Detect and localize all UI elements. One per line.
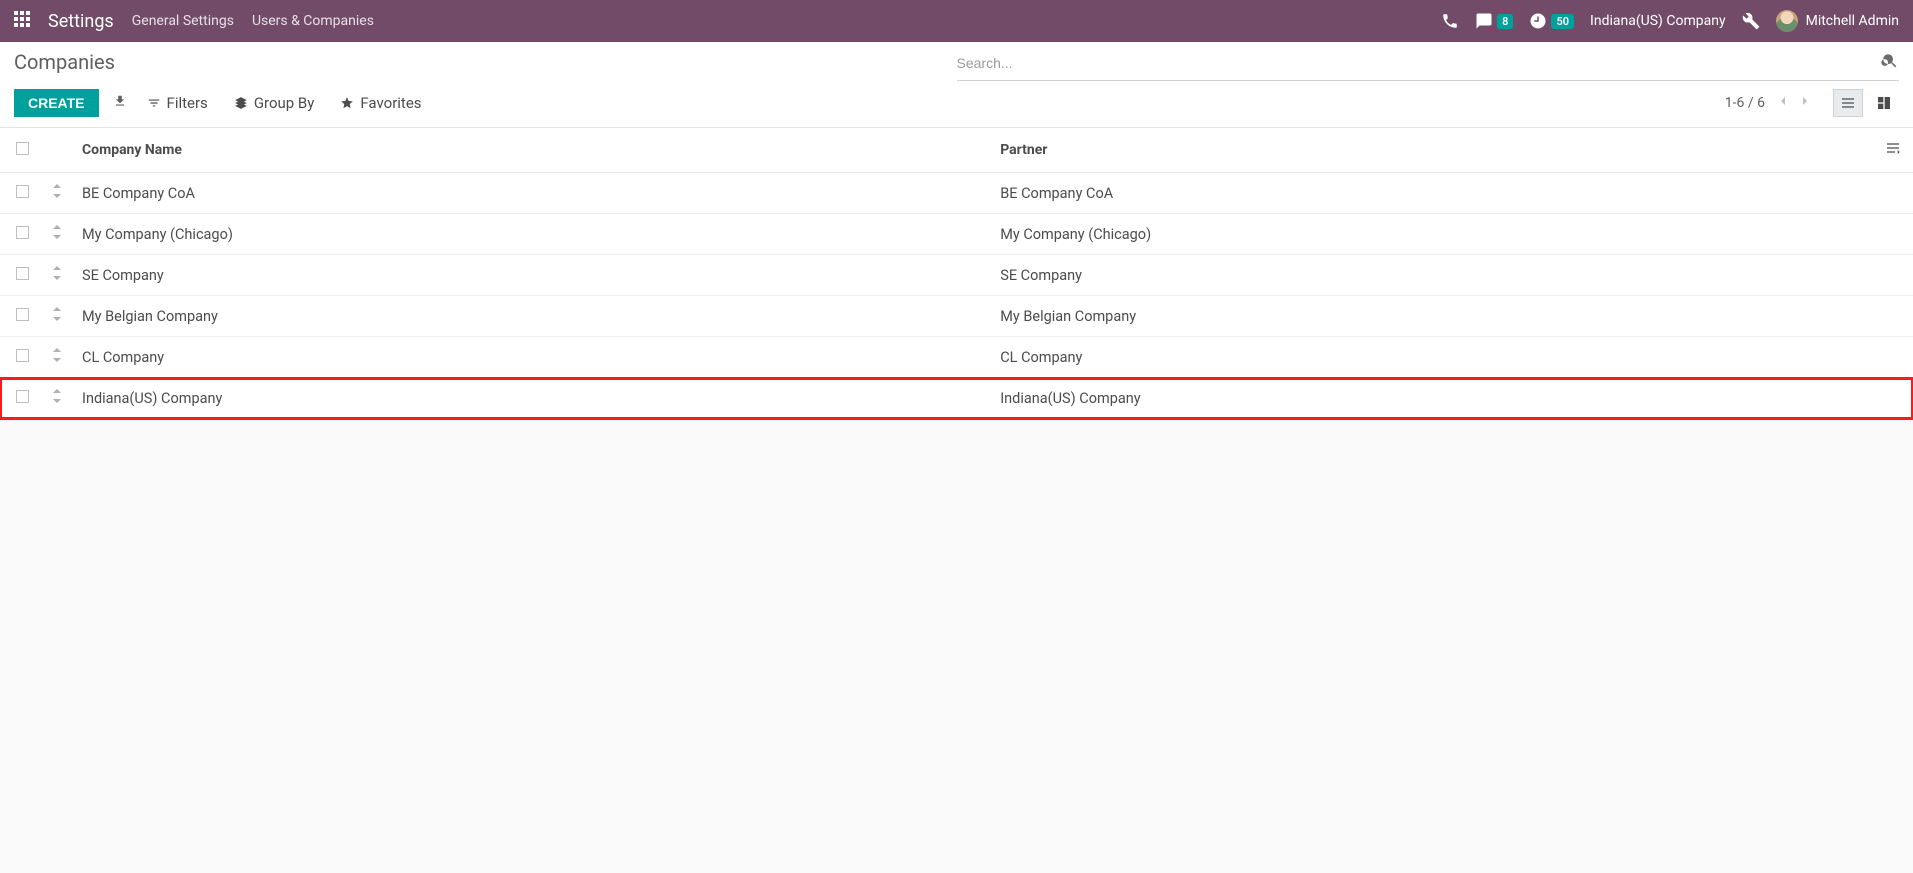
view-list-button[interactable] [1833, 89, 1863, 117]
view-kanban-button[interactable] [1869, 89, 1899, 117]
drag-handle-icon[interactable] [52, 390, 62, 407]
table-row[interactable]: My Belgian CompanyMy Belgian Company [0, 296, 1913, 337]
table-row[interactable]: SE CompanySE Company [0, 255, 1913, 296]
search-input[interactable] [957, 55, 1882, 71]
row-checkbox[interactable] [16, 185, 29, 198]
cell-company-name[interactable]: My Belgian Company [74, 296, 992, 337]
table-row[interactable]: My Company (Chicago)My Company (Chicago) [0, 214, 1913, 255]
messages-badge: 8 [1497, 14, 1513, 29]
debug-icon[interactable] [1742, 12, 1760, 30]
import-button[interactable] [113, 94, 127, 112]
create-button[interactable]: CREATE [14, 89, 99, 117]
activities-badge: 50 [1551, 14, 1574, 29]
cell-partner[interactable]: SE Company [992, 255, 1873, 296]
optional-columns-icon[interactable] [1885, 144, 1901, 160]
drag-handle-icon[interactable] [52, 185, 62, 202]
drag-handle-icon[interactable] [52, 349, 62, 366]
pager-next-icon[interactable] [1797, 93, 1813, 113]
control-panel: Companies CREATE Filters Group [0, 42, 1913, 128]
companies-list: Company Name Partner BE Company CoABE Co… [0, 128, 1913, 419]
breadcrumb: Companies [14, 50, 957, 74]
messages-icon[interactable]: 8 [1475, 12, 1513, 30]
search-bar[interactable] [957, 50, 1900, 81]
filters-label: Filters [167, 94, 208, 112]
menu-users-companies[interactable]: Users & Companies [252, 13, 374, 29]
app-brand[interactable]: Settings [48, 11, 114, 32]
column-company-name[interactable]: Company Name [74, 128, 992, 173]
drag-handle-icon[interactable] [52, 267, 62, 284]
cell-partner[interactable]: BE Company CoA [992, 173, 1873, 214]
avatar [1776, 10, 1798, 32]
row-checkbox[interactable] [16, 226, 29, 239]
current-company[interactable]: Indiana(US) Company [1590, 13, 1726, 29]
navbar-left: Settings General Settings Users & Compan… [14, 11, 374, 32]
top-navbar: Settings General Settings Users & Compan… [0, 0, 1913, 42]
user-name: Mitchell Admin [1806, 13, 1899, 29]
filters-button[interactable]: Filters [147, 94, 208, 112]
cell-company-name[interactable]: Indiana(US) Company [74, 378, 992, 419]
cell-partner[interactable]: CL Company [992, 337, 1873, 378]
cell-company-name[interactable]: BE Company CoA [74, 173, 992, 214]
table-header-row: Company Name Partner [0, 128, 1913, 173]
cell-partner[interactable]: My Belgian Company [992, 296, 1873, 337]
row-checkbox[interactable] [16, 267, 29, 280]
navbar-right: 8 50 Indiana(US) Company Mitchell Admin [1441, 10, 1899, 32]
search-icon[interactable] [1881, 52, 1899, 74]
cell-partner[interactable]: Indiana(US) Company [992, 378, 1873, 419]
pager[interactable]: 1-6 / 6 [1725, 95, 1765, 111]
drag-handle-icon[interactable] [52, 226, 62, 243]
voice-icon[interactable] [1441, 12, 1459, 30]
cell-company-name[interactable]: My Company (Chicago) [74, 214, 992, 255]
user-menu[interactable]: Mitchell Admin [1776, 10, 1899, 32]
drag-handle-icon[interactable] [52, 308, 62, 325]
cell-company-name[interactable]: SE Company [74, 255, 992, 296]
table-row[interactable]: BE Company CoABE Company CoA [0, 173, 1913, 214]
row-checkbox[interactable] [16, 308, 29, 321]
cell-partner[interactable]: My Company (Chicago) [992, 214, 1873, 255]
menu-general-settings[interactable]: General Settings [132, 13, 234, 29]
table-row[interactable]: CL CompanyCL Company [0, 337, 1913, 378]
pager-prev-icon[interactable] [1775, 93, 1791, 113]
favorites-button[interactable]: Favorites [340, 94, 421, 112]
groupby-button[interactable]: Group By [234, 94, 315, 112]
favorites-label: Favorites [360, 94, 421, 112]
table-row[interactable]: Indiana(US) CompanyIndiana(US) Company [0, 378, 1913, 419]
select-all-checkbox[interactable] [16, 142, 29, 155]
apps-icon[interactable] [14, 11, 30, 31]
groupby-label: Group By [254, 94, 315, 112]
activities-icon[interactable]: 50 [1529, 12, 1574, 30]
row-checkbox[interactable] [16, 349, 29, 362]
row-checkbox[interactable] [16, 390, 29, 403]
cell-company-name[interactable]: CL Company [74, 337, 992, 378]
column-partner[interactable]: Partner [992, 128, 1873, 173]
